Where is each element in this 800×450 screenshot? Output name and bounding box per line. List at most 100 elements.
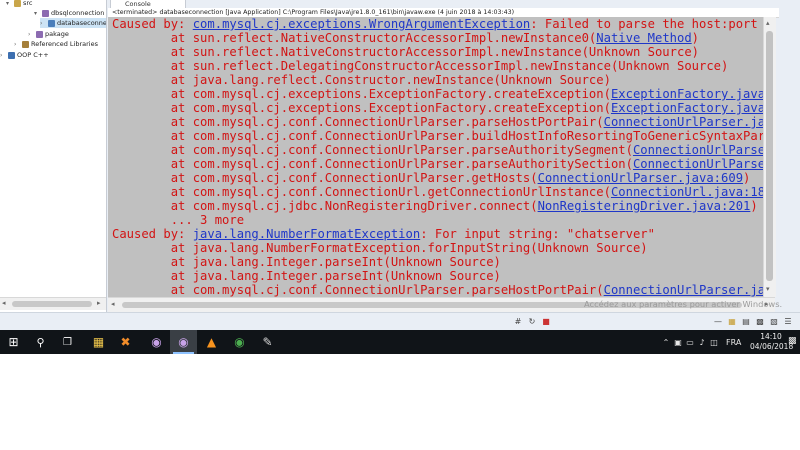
stacktrace-link[interactable]: ConnectionUrlParser.ja [633, 143, 763, 157]
chevron-right-icon[interactable]: › [14, 40, 22, 50]
stacktrace-link[interactable]: ConnectionUrlParser.java:609 [538, 171, 743, 185]
outline-icon[interactable]: ☰ [783, 317, 793, 327]
system-clock[interactable]: 14:10 04/06/2018 [750, 332, 794, 352]
console-line-text: at java.lang.Integer.parseInt(Unknown So… [112, 269, 501, 283]
stacktrace-link[interactable]: java.lang.NumberFormatException [193, 227, 420, 241]
console-line-suffix: ) [691, 31, 700, 45]
vlc-icon[interactable]: ▲ [198, 330, 225, 354]
scroll-down-icon[interactable]: ▾ [766, 285, 770, 293]
search-icon[interactable]: ⚲ [27, 330, 54, 354]
chrome-icon[interactable]: ◉ [226, 330, 253, 354]
tree-item-databaseconnection[interactable]: ›databaseconnection [40, 18, 106, 28]
stacktrace-link[interactable]: ConnectionUrlParser.java:4 [604, 283, 763, 297]
console-line: at com.mysql.cj.conf.ConnectionUrlParser… [112, 157, 763, 171]
console-line: at com.mysql.cj.exceptions.ExceptionFact… [112, 101, 763, 115]
clock-time: 14:10 [760, 332, 782, 341]
stacktrace-link[interactable]: ExceptionFactory.java:103 [611, 101, 763, 115]
package-icon [42, 9, 49, 17]
sync-icon[interactable]: ↻ [527, 317, 537, 327]
task-view-icon[interactable]: ❐ [54, 330, 81, 354]
tree-item-oop-cpp[interactable]: › OOP C++ [0, 50, 49, 60]
console-line-text: at com.mysql.cj.conf.ConnectionUrlParser… [112, 129, 763, 143]
console-line-text: at java.lang.reflect.Constructor.newInst… [112, 73, 611, 87]
paint-icon[interactable]: ✎ [254, 330, 281, 354]
scroll-up-icon[interactable]: ▴ [766, 19, 770, 27]
console-vertical-scrollbar[interactable]: ▴ ▾ [763, 17, 776, 297]
stacktrace-link[interactable]: ConnectionUrlParser.ja [633, 157, 763, 171]
chevron-down-icon[interactable]: ▾ [6, 0, 14, 9]
console-line-text: at com.mysql.cj.jdbc.NonRegisteringDrive… [112, 199, 538, 213]
console-line: Caused by: com.mysql.cj.exceptions.Wrong… [112, 17, 763, 31]
package-explorer: ▾src ▾dbsqlconnection ›databaseconnectio… [0, 0, 107, 312]
active-indicator [173, 352, 194, 354]
system-tray: ⌃ ▣ ▭ ♪ ◫ FRA [660, 330, 742, 354]
console-line-text: at sun.reflect.NativeConstructorAccessor… [112, 45, 699, 59]
console-line-text: at com.mysql.cj.conf.ConnectionUrlParser… [112, 171, 538, 185]
console-line-text: at java.lang.NumberFormatException.forIn… [112, 241, 648, 255]
console-line: at com.mysql.cj.conf.ConnectionUrl.getCo… [112, 185, 763, 199]
xampp-icon[interactable]: ✖ [112, 330, 139, 354]
console-line: at com.mysql.cj.exceptions.ExceptionFact… [112, 87, 763, 101]
console-line: ... 3 more [112, 213, 244, 227]
volume-icon[interactable]: ♪ [696, 338, 708, 347]
chevron-right-icon[interactable]: › [0, 51, 8, 61]
scrollbar-thumb[interactable] [766, 31, 773, 281]
stacktrace-link[interactable]: ConnectionUrlParser.java:4 [604, 115, 763, 129]
console-line-suffix: : Failed to parse the host:port pair [530, 17, 758, 31]
stacktrace-link[interactable]: ExceptionFactory.java:59 [611, 87, 763, 101]
stacktrace-link[interactable]: ConnectionUrl.java:187 [611, 185, 763, 199]
status-bar: # ↻ ■ — ▦ ▤ ▩ ▧ ☰ [0, 312, 800, 331]
console-line: at com.mysql.cj.conf.ConnectionUrlParser… [112, 283, 763, 297]
scrollbar-thumb[interactable] [12, 301, 92, 307]
stacktrace-link[interactable]: Native Method [596, 31, 691, 45]
error-log-icon[interactable]: ■ [541, 317, 551, 327]
console-line: at com.mysql.cj.conf.ConnectionUrlParser… [112, 115, 763, 129]
stacktrace-link[interactable]: com.mysql.cj.exceptions.WrongArgumentExc… [193, 17, 531, 31]
scroll-left-icon[interactable]: ◂ [2, 299, 6, 307]
folder-icon [14, 0, 21, 7]
console-line-text: at com.mysql.cj.conf.ConnectionUrlParser… [112, 143, 633, 157]
file-explorer-icon[interactable]: ▦ [85, 330, 112, 354]
console-line: at java.lang.Integer.parseInt(Unknown So… [112, 255, 501, 269]
console-line: at java.lang.NumberFormatException.forIn… [112, 241, 648, 255]
language-indicator[interactable]: FRA [726, 338, 741, 347]
task-icon[interactable]: ▦ [727, 317, 737, 327]
notification-icon[interactable]: ▩ [788, 336, 797, 346]
minimize-icon[interactable]: — [713, 317, 723, 327]
scroll-left-icon[interactable]: ◂ [111, 300, 115, 308]
console-line-suffix: : For input string: "chatserver" [420, 227, 655, 241]
terminal-icon[interactable]: ▧ [769, 317, 779, 327]
battery-icon[interactable]: ▭ [684, 338, 696, 347]
eclipse-icon[interactable]: ◉ [143, 330, 170, 354]
windows-start-button[interactable]: ⊞ [0, 330, 27, 354]
scroll-right-icon[interactable]: ▸ [97, 299, 101, 307]
console-line-text: at com.mysql.cj.conf.ConnectionUrl.getCo… [112, 185, 611, 199]
console-line-text: at com.mysql.cj.exceptions.ExceptionFact… [112, 87, 611, 101]
console-line: at sun.reflect.NativeConstructorAccessor… [112, 31, 699, 45]
console-line-text: Caused by: [112, 17, 193, 31]
eclipse-active-icon[interactable]: ◉ [170, 330, 197, 354]
clock-date: 04/06/2018 [750, 342, 794, 351]
tree-item-pakage[interactable]: › pakage [28, 29, 69, 39]
stacktrace-link[interactable]: NonRegisteringDriver.java:201 [538, 199, 751, 213]
network-icon[interactable]: ▣ [672, 338, 684, 347]
hash-icon[interactable]: # [513, 317, 523, 327]
console-line-text: Caused by: [112, 227, 193, 241]
console-line: at com.mysql.cj.jdbc.NonRegisteringDrive… [112, 199, 758, 213]
tree-item-referenced-libraries[interactable]: › Referenced Libraries [14, 39, 98, 49]
console-line-suffix: ) [750, 199, 758, 213]
console-line: at sun.reflect.DelegatingConstructorAcce… [112, 59, 729, 73]
tree-item-src[interactable]: ▾ src [6, 0, 33, 8]
java-file-icon [48, 19, 55, 27]
console-line: Caused by: java.lang.NumberFormatExcepti… [112, 227, 655, 241]
console-line: at com.mysql.cj.conf.ConnectionUrlParser… [112, 129, 763, 143]
console-output[interactable]: Caused by: com.mysql.cj.exceptions.Wrong… [108, 17, 763, 297]
chevron-up-icon[interactable]: ⌃ [660, 338, 672, 347]
action-center-icon[interactable]: ◫ [708, 338, 720, 347]
console-view-icon[interactable]: ▩ [755, 317, 765, 327]
tree-horizontal-scrollbar[interactable]: ◂ ▸ [0, 297, 106, 310]
problems-icon[interactable]: ▤ [741, 317, 751, 327]
console-line-text: at java.lang.Integer.parseInt(Unknown So… [112, 255, 501, 269]
chevron-right-icon[interactable]: › [40, 19, 48, 28]
tree-item-dbsqlconnection[interactable]: ▾ dbsqlconnection [34, 8, 104, 18]
